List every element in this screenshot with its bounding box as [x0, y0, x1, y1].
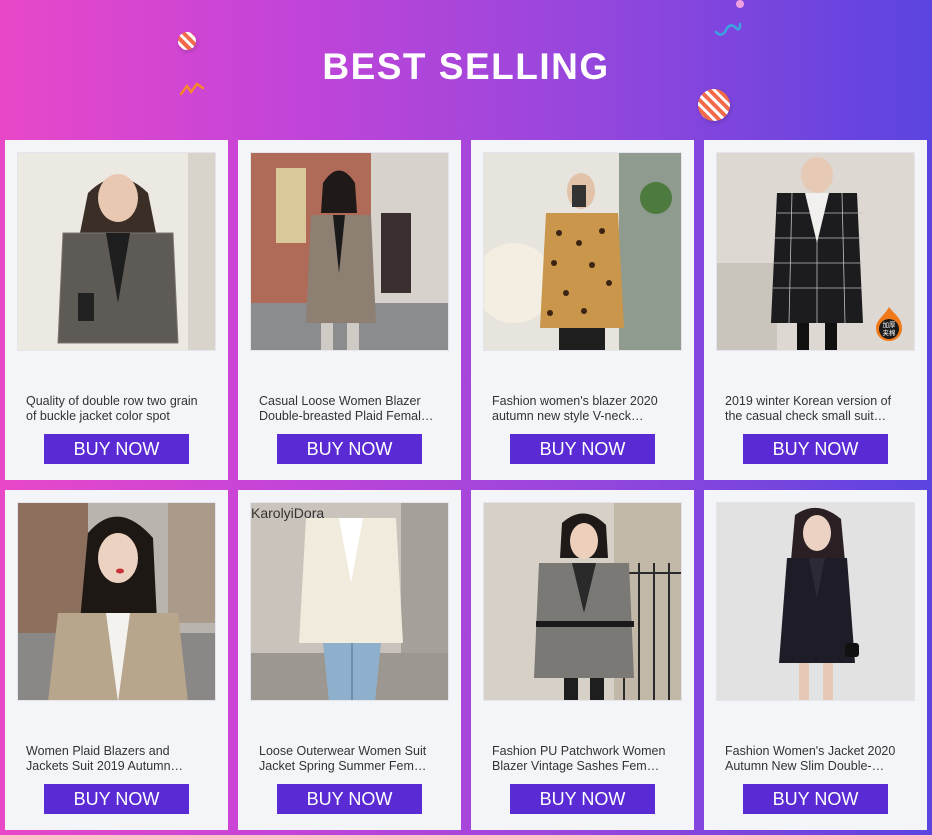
striped-ball-decoration	[698, 89, 730, 121]
badge-text-line1: 加厚	[883, 320, 897, 329]
dot-confetti-decoration	[736, 0, 744, 8]
product-card[interactable]: Quality of double row two grain of buckl…	[5, 140, 228, 480]
buy-now-button[interactable]: BUY NOW	[277, 434, 422, 464]
buy-now-button[interactable]: BUY NOW	[44, 434, 189, 464]
buy-now-button[interactable]: BUY NOW	[510, 784, 655, 814]
product-card[interactable]: Fashion women's blazer 2020 autumn new s…	[471, 140, 694, 480]
product-card[interactable]: Fashion Women's Jacket 2020 Autumn New S…	[704, 490, 927, 830]
product-card[interactable]: Women Plaid Blazers and Jackets Suit 201…	[5, 490, 228, 830]
product-card[interactable]: 加厚 夹棉 2019 winter Korean version of the …	[704, 140, 927, 480]
product-image[interactable]: KarolyiDora	[250, 502, 449, 701]
product-image[interactable]	[17, 502, 216, 701]
buy-now-button[interactable]: BUY NOW	[743, 784, 888, 814]
buy-now-button[interactable]: BUY NOW	[743, 434, 888, 464]
striped-ball-decoration	[178, 32, 196, 50]
product-image[interactable]	[17, 152, 216, 351]
flame-badge-icon: 加厚 夹棉	[876, 307, 902, 341]
product-name[interactable]: Fashion women's blazer 2020 autumn new s…	[492, 394, 674, 424]
product-card[interactable]: Fashion PU Patchwork Women Blazer Vintag…	[471, 490, 694, 830]
product-image[interactable]	[716, 502, 915, 701]
product-card[interactable]: KarolyiDora Loose Outerwear Women Suit J…	[238, 490, 461, 830]
badge-text-line2: 夹棉	[883, 328, 897, 337]
product-name[interactable]: Quality of double row two grain of buckl…	[26, 394, 208, 424]
product-name[interactable]: Fashion PU Patchwork Women Blazer Vintag…	[492, 744, 674, 774]
squiggle-confetti-icon	[714, 22, 742, 36]
product-card[interactable]: Casual Loose Women Blazer Double-breaste…	[238, 140, 461, 480]
product-name[interactable]: Casual Loose Women Blazer Double-breaste…	[259, 394, 441, 424]
buy-now-button[interactable]: BUY NOW	[510, 434, 655, 464]
product-image[interactable]	[250, 152, 449, 351]
product-image[interactable]	[483, 502, 682, 701]
brand-watermark: KarolyiDora	[251, 505, 325, 521]
product-name[interactable]: 2019 winter Korean version of the casual…	[725, 394, 907, 424]
product-image[interactable]: 加厚 夹棉	[716, 152, 915, 351]
banner-header: BEST SELLING	[0, 0, 932, 140]
product-name[interactable]: Women Plaid Blazers and Jackets Suit 201…	[26, 744, 208, 774]
buy-now-button[interactable]: BUY NOW	[277, 784, 422, 814]
product-image[interactable]	[483, 152, 682, 351]
page-title: BEST SELLING	[322, 46, 610, 87]
product-name[interactable]: Fashion Women's Jacket 2020 Autumn New S…	[725, 744, 907, 774]
product-name[interactable]: Loose Outerwear Women Suit Jacket Spring…	[259, 744, 441, 774]
buy-now-button[interactable]: BUY NOW	[44, 784, 189, 814]
zigzag-confetti-icon	[179, 82, 205, 96]
